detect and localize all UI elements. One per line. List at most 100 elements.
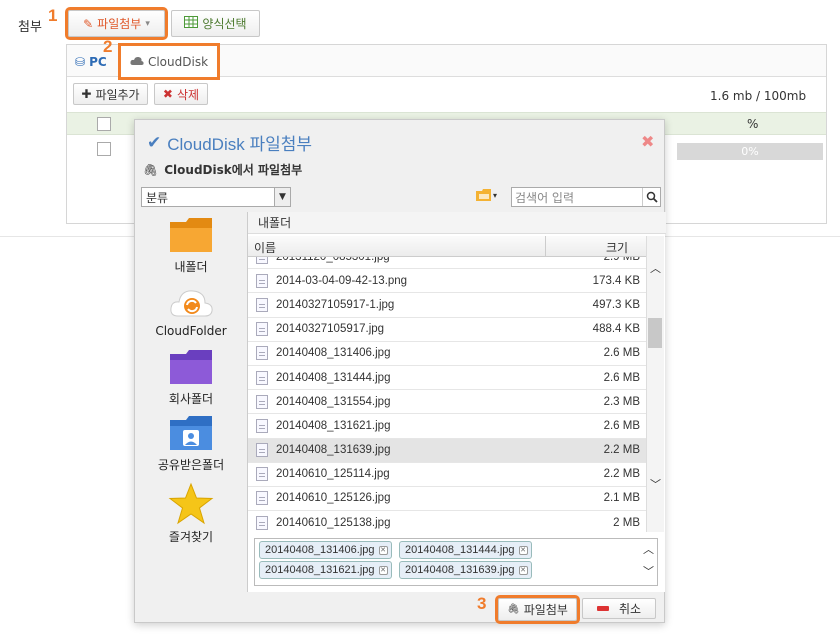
file-name: 20140408_131444.jpg [276,371,391,384]
delete-label: 삭제 [176,87,200,102]
file-row[interactable]: 20140327105917-1.jpg 497.3 KB [248,293,646,318]
clouddisk-attach-dialog: ✔ CloudDisk 파일첨부 ✖ 🖇 CloudDisk에서 파일첨부 분류… [134,119,666,624]
file-row[interactable]: 20140408_131639.jpg 2.2 MB [248,438,646,463]
template-select-button[interactable]: 양식선택 [171,10,260,37]
cloud-sync-icon [170,290,213,317]
file-size: 2.2 MB [603,444,640,457]
selected-file-chip[interactable]: 20140408_131621.jpg ✕ [259,561,392,579]
sidebar-item-shared-folder[interactable]: 공유받은폴더 [135,414,247,473]
tab-clouddisk[interactable]: CloudDisk [118,43,220,80]
file-size: 497.3 KB [592,298,640,311]
add-file-button[interactable]: ✚ 파일추가 [73,83,148,105]
tab-clouddisk-label: CloudDisk [147,54,209,69]
remove-chip-icon[interactable]: ✕ [378,565,388,575]
close-icon[interactable]: ✖ [641,132,654,151]
paperclip-icon: 🖇 [507,604,520,615]
dialog-subtitle: 🖇 CloudDisk에서 파일첨부 [143,161,302,178]
remove-chip-icon[interactable]: ✕ [378,545,388,555]
tab-pc-label: PC [89,55,107,69]
category-select[interactable]: 분류 ▼ [141,187,291,207]
file-icon [256,491,268,506]
sidebar-item-cloudfolder[interactable]: CloudFolder [135,282,247,338]
file-list: 20131120_085301.jpg2.9 MB2014-03-04-09-4… [248,257,646,532]
chevron-down-icon: ▾ [145,18,150,29]
percent-header: % [747,117,759,131]
selected-file-chip[interactable]: 20140408_131406.jpg ✕ [259,541,392,559]
chip-label: 20140408_131639.jpg [405,564,515,576]
chips-scroll-down-icon[interactable]: ﹀ [643,563,654,579]
progress-label: 0% [741,145,759,158]
file-row[interactable]: 20140408_131554.jpg 2.3 MB [248,390,646,415]
file-row[interactable]: 20140610_125138.jpg 2 MB [248,511,646,532]
file-row[interactable]: 20131120_085301.jpg2.9 MB [248,257,646,270]
file-size: 2.2 MB [603,468,640,481]
sidebar-item-my-folder[interactable]: 내폴더 [135,216,247,275]
file-name: 20140610_125138.jpg [276,516,391,529]
sidebar-label: 내폴더 [174,260,208,274]
chip-label: 20140408_131621.jpg [265,564,375,576]
selected-file-chip[interactable]: 20140408_131444.jpg ✕ [399,541,532,559]
storage-usage: 1.6 mb / 100mb [710,89,807,103]
file-list-scrollbar[interactable]: ︿ ﹀ [646,236,664,532]
file-name: 20140327105917.jpg [276,323,385,336]
plus-icon: ✚ [81,87,92,101]
chip-label: 20140408_131444.jpg [405,544,515,556]
chips-scroll-up-icon[interactable]: ︿ [643,541,654,557]
chip-label: 20140408_131406.jpg [265,544,375,556]
cancel-button[interactable]: 취소 [582,598,656,619]
row-checkbox[interactable] [97,142,111,156]
callout-2: 2 [103,37,113,56]
sidebar-item-favorites[interactable]: 즐겨찾기 [135,482,247,545]
search-input[interactable]: 검색어 입력 [511,187,661,207]
file-size: 2.6 MB [603,371,640,384]
file-name: 20140610_125114.jpg [276,468,390,481]
file-row[interactable]: 20140610_125114.jpg 2.2 MB [248,463,646,487]
category-select-value: 분류 [146,190,169,205]
file-icon [256,322,268,337]
attach-label: 첨부 [18,20,42,35]
file-size: 2 MB [613,516,640,529]
file-name: 20140408_131621.jpg [276,419,391,432]
selected-files-box: ︿ ﹀ 20140408_131406.jpg ✕ 20140408_131444.… [254,538,658,586]
folder-orange-icon [170,218,212,252]
file-row[interactable]: 20140610_125126.jpg 2.1 MB [248,487,646,512]
file-size: 2.3 MB [603,395,640,408]
template-select-label: 양식선택 [202,17,247,31]
file-name: 20131120_085301.jpg [276,257,546,263]
selected-file-chip[interactable]: 20140408_131639.jpg ✕ [399,561,532,579]
file-row[interactable]: 20140408_131444.jpg 2.6 MB [248,366,646,391]
sidebar-label: CloudFolder [155,324,227,338]
select-all-checkbox[interactable] [97,117,111,131]
col-name-header[interactable]: 이름 [254,239,276,256]
scroll-down-icon[interactable]: ﹀ [650,476,661,492]
folder-view-icon[interactable]: ▾ [476,188,497,202]
file-name: 20140408_131554.jpg [276,395,391,408]
file-row[interactable]: 20140327105917.jpg 488.4 KB [248,318,646,342]
delete-button[interactable]: ✖ 삭제 [154,83,208,105]
remove-chip-icon[interactable]: ✕ [518,565,528,575]
scroll-up-icon[interactable]: ︿ [650,260,661,276]
file-icon [256,418,268,433]
search-icon[interactable] [642,188,660,206]
star-icon [168,482,214,525]
file-row[interactable]: 2014-03-04-09-42-13.png 173.4 KB [248,269,646,294]
remove-chip-icon[interactable]: ✕ [518,545,528,555]
file-row[interactable]: 20140408_131621.jpg 2.6 MB [248,414,646,439]
scroll-thumb[interactable] [648,318,662,348]
attach-files-label: 파일첨부 [523,603,568,617]
file-name: 20140327105917-1.jpg [276,298,395,311]
file-icon [256,443,268,458]
file-attach-dropdown-button[interactable]: ✎ 파일첨부 ▾ [65,7,168,40]
file-icon [256,346,268,361]
file-size: 488.4 KB [592,323,640,336]
attach-files-button[interactable]: 🖇 파일첨부 [495,595,580,624]
tab-pc[interactable]: ⛁ PC [75,51,107,73]
current-folder-path: 내폴더 [248,212,666,234]
col-size-header[interactable]: 크기 [606,239,628,256]
checkmark-icon: ✔ [147,132,162,152]
paperclip-icon: 🖇 [143,162,159,177]
cloud-icon [130,55,144,69]
current-folder-label: 내폴더 [258,216,292,230]
sidebar-item-company-folder[interactable]: 회사폴더 [135,348,247,407]
file-row[interactable]: 20140408_131406.jpg 2.6 MB [248,342,646,366]
